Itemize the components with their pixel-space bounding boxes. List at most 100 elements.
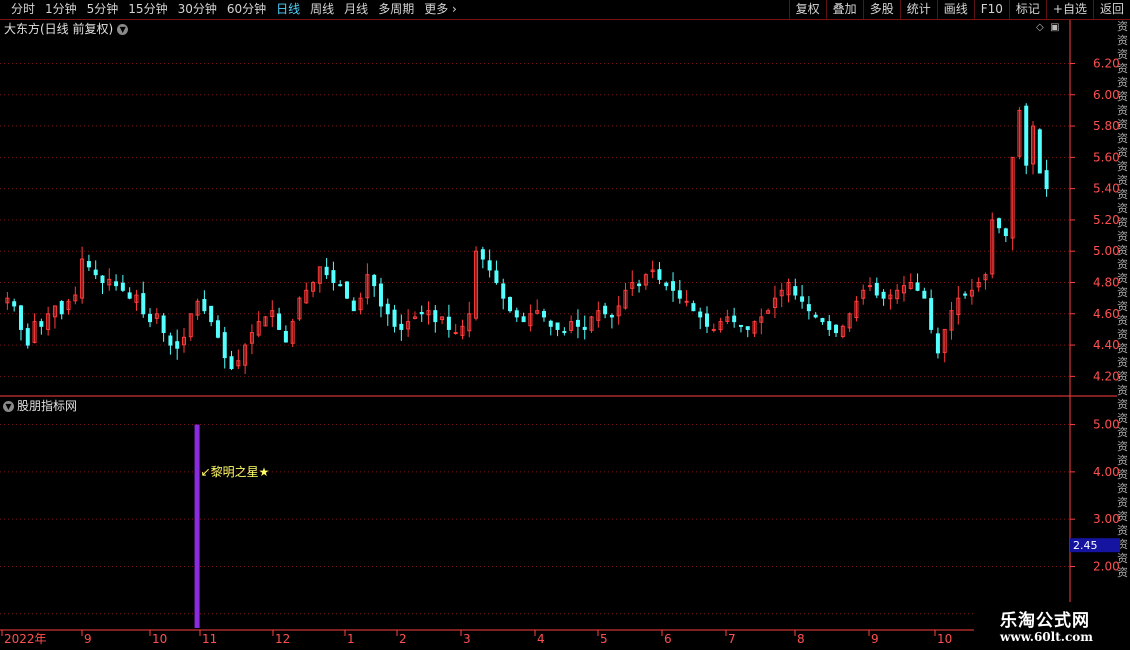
candle-body [161,315,166,334]
y-tick-label: 5.20 [1093,213,1120,227]
y-tick-label: 6.00 [1093,88,1120,102]
candle-body [501,283,506,299]
signal-label: ↙黎明之星★ [201,465,270,479]
x-tick-label: 5 [600,632,608,646]
candle-body [555,322,560,330]
candle-body [935,333,940,354]
candle-body [657,269,662,280]
y-tick-label: 5.40 [1093,182,1120,196]
x-tick-label: 8 [797,632,805,646]
candle-body [351,300,356,312]
candle-body [929,298,934,330]
candle-body [922,290,927,299]
chart-canvas[interactable]: 6.20 6.00 5.80 5.60 5.40 5.20 5.00 4.80 4.60 4.40… [0,0,1130,650]
candle-body [175,341,180,349]
x-tick-label: 11 [202,632,217,646]
x-tick-label: 2022年 [4,632,47,646]
candle-body [229,356,234,370]
candle-body [548,320,553,327]
y-tick-label: 5.60 [1093,150,1120,164]
y-tick-label: 6.20 [1093,56,1120,70]
candle-body [59,301,64,315]
candle-body [222,332,227,359]
candle-body [684,300,689,303]
x-tick-label: 6 [664,632,672,646]
candle-body [86,261,91,268]
candle-body [813,314,818,318]
candle-body [378,283,383,307]
candle-body [874,282,879,296]
candle-body [277,313,282,330]
candle-body [698,311,703,318]
x-tick-label: 3 [463,632,471,646]
candle-body [215,320,220,338]
candle-body [372,274,377,287]
y-tick-label: 4.60 [1093,307,1120,321]
watermark-name: 乐淘公式网 [1000,611,1090,631]
candle-body [637,283,642,287]
candle-body [738,324,743,327]
candle-body [433,310,438,323]
candle-body [691,303,696,312]
y-tick-label: 4.80 [1093,275,1120,289]
candle-body [609,314,614,318]
x-tick-label: 2 [399,632,407,646]
candle-body [446,316,451,330]
candle-body [582,326,587,330]
candle-body [997,218,1002,229]
candle-body [745,326,750,330]
candle-body [385,303,390,315]
y-tick-label: 5.80 [1093,119,1120,133]
candle-body [25,328,30,346]
candle-body [521,316,526,323]
candle-body [915,282,920,291]
candle-body [1037,129,1042,174]
candle-body [480,249,485,260]
candle-body [127,292,132,299]
candle-body [202,299,207,312]
candle-body [834,324,839,334]
candle-body [209,305,214,323]
candle-body [704,313,709,327]
candle-body [508,296,513,312]
x-tick-label: 7 [728,632,736,646]
candle-body [827,321,832,330]
candle-body [338,284,343,287]
candle-body [18,305,23,330]
candle-body [392,309,397,327]
current-value-tag: 2.45 [1073,539,1098,552]
candle-body [881,291,886,299]
candle-body [806,304,811,312]
candle-body [1044,170,1049,190]
candle-body [120,282,125,291]
candle-body [399,323,404,330]
candle-body [793,286,798,296]
candle-body [324,266,329,276]
candle-body [168,335,173,346]
candle-body [419,311,424,315]
x-tick-label: 12 [275,632,290,646]
candle-body [963,293,968,296]
candle-body [494,270,499,283]
candle-body [664,282,669,287]
y-tick-label: 4.40 [1093,338,1120,352]
candle-body [100,275,105,283]
candle-body [677,290,682,299]
y-tick-label: 4.20 [1093,369,1120,383]
y-tick-label: 5.00 [1093,418,1120,432]
candle-body [671,281,676,291]
candle-body [603,305,608,315]
candle-body [820,318,825,323]
candle-body [453,332,458,335]
y-tick-label: 4.00 [1093,465,1120,479]
x-tick-label: 1 [347,632,355,646]
candle-body [345,281,350,299]
candle-body [562,330,567,334]
y-tick-label: 3.00 [1093,512,1120,526]
candle-body [1024,105,1029,166]
signal-bar [194,424,200,628]
candle-body [487,260,492,271]
candle-body [732,315,737,323]
x-tick-label: 10 [152,632,167,646]
candle-body [283,330,288,343]
